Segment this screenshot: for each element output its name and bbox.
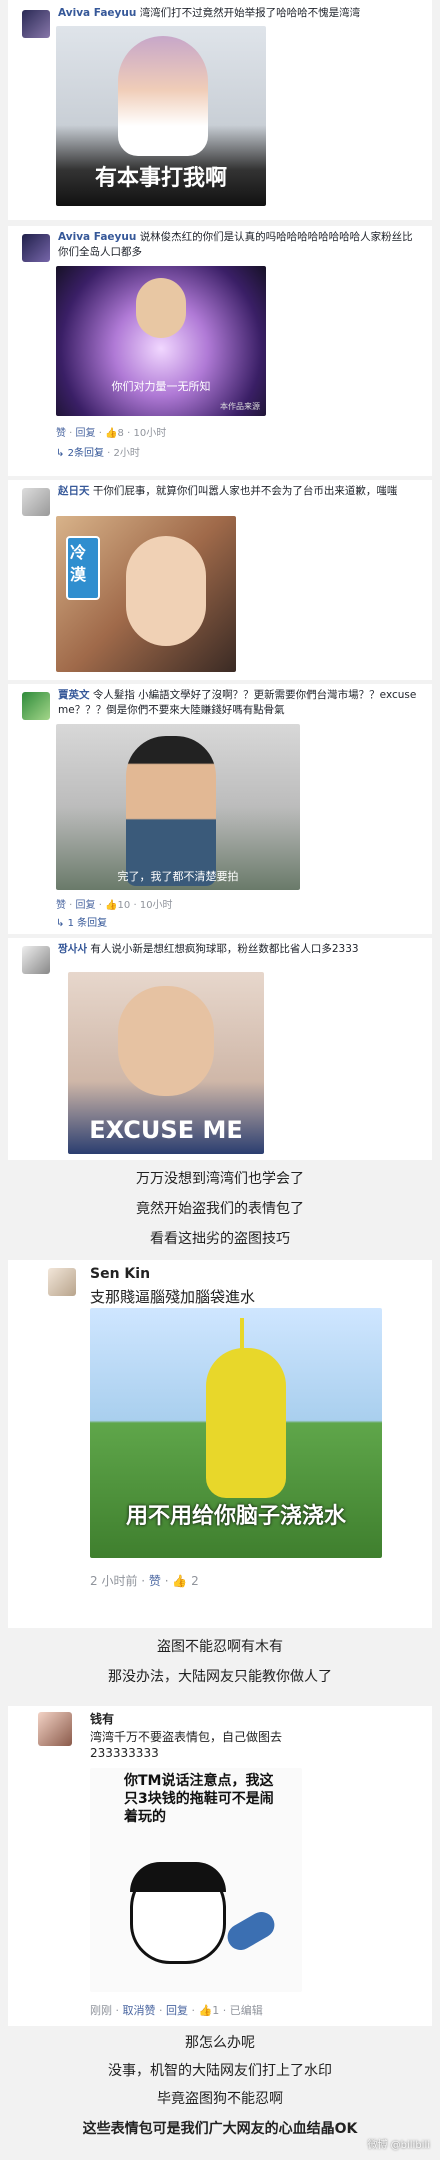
meme-image[interactable]: EXCUSE ME [68, 972, 264, 1154]
comment-actions: 刚刚 · 取消赞 · 回复 · 👍1 · 已编辑 [90, 2004, 263, 2017]
like-count: 2 [191, 1574, 199, 1588]
avatar[interactable] [48, 1268, 76, 1296]
image-caption: 你们对力量一无所知 [111, 380, 211, 393]
comment-number: 233333333 [90, 1746, 159, 1760]
image-source-label: 本作品来源 [220, 402, 260, 411]
reply-link[interactable]: 回复 [76, 428, 96, 439]
avatar[interactable] [22, 234, 50, 262]
thumbs-up-icon: 👍 [105, 428, 118, 439]
comment-time: 刚刚 [90, 2004, 112, 2017]
comment-actions: 赞 · 回复 · 👍10 · 10小时 [56, 900, 173, 911]
comment-card: Aviva Faeyuu 湾湾们打不过竟然开始举报了哈哈哈不愧是湾湾 有本事打我… [8, 0, 432, 220]
person-figure [126, 536, 206, 646]
comment-card: Sen Kin 支那賤逼腦殘加腦袋進水 用不用给你脑子浇浇水 2 小时前 · 赞… [8, 1260, 432, 1628]
avatar[interactable] [22, 946, 50, 974]
like-link[interactable]: 赞 [56, 428, 66, 439]
unlike-link[interactable]: 取消赞 [123, 2004, 156, 2017]
reply-link[interactable]: 回复 [166, 2004, 188, 2017]
cartoon-hair [130, 1862, 226, 1892]
comment-card: 賈英文 令人髮指 小編語文學好了沒啊？？更新需要你們台灣市場？？excuse m… [8, 684, 432, 934]
image-caption: 你TM说话注意点，我这只3块钱的拖鞋可不是闹着玩的 [124, 1773, 274, 1825]
comment-time: 2 小时前 [90, 1574, 138, 1588]
view-replies[interactable]: ↳ 1 条回复 [56, 914, 107, 929]
person-figure [118, 986, 214, 1096]
narration-line: 看看这拙劣的盗图技巧 [150, 1231, 290, 1247]
meme-image[interactable]: 用不用给你脑子浇浇水 [90, 1308, 382, 1558]
comment-time: 10小时 [133, 428, 167, 439]
commenter-name[interactable]: 赵日天 [58, 485, 90, 497]
comment-card: Aviva Faeyuu 说林俊杰红的你们是认真的吗哈哈哈哈哈哈哈哈人家粉丝比你… [8, 226, 432, 476]
person-figure [118, 36, 208, 156]
reply-link[interactable]: 回复 [76, 900, 96, 911]
comment-text: 有人说小新是想红想疯狗球耶，粉丝数都比省人口多2333 [90, 943, 359, 955]
comment-text: 湾湾们打不过竟然开始举报了哈哈哈不愧是湾湾 [139, 7, 361, 19]
narration-line: 万万没想到湾湾们也学会了 [136, 1171, 304, 1187]
commenter-name[interactable]: 钱有 [90, 1710, 114, 1727]
narration-line: 那怎么办呢 [185, 2035, 255, 2051]
reply-arrow-icon: ↳ [56, 918, 65, 929]
narration-block: 那怎么办呢 没事，机智的大陆网友们打上了水印 毕竟盗图狗不能忍啊 这些表情包可是… [0, 2030, 440, 2160]
like-link[interactable]: 赞 [56, 900, 66, 911]
replies-time: 2小时 [113, 448, 140, 459]
reply-arrow-icon: ↳ [56, 448, 65, 459]
comment-card: 赵日天 干你们屁事，就算你们叫嚣人家也并不会为了台币出来道歉，嗤嗤 冷漠 [8, 480, 432, 680]
avatar[interactable] [22, 692, 50, 720]
comment-time: 10小时 [139, 900, 173, 911]
narration-block: 盗图不能忍啊有木有 那没办法，大陆网友只能教你做人了 [0, 1632, 440, 1702]
comment-card: 钱有 湾湾千万不要盗表情包，自己做图去 233333333 你TM说话注意点，我… [8, 1706, 432, 2026]
narration-line: 盗图不能忍啊有木有 [157, 1639, 283, 1655]
meme-image[interactable]: 有本事打我啊 [56, 26, 266, 206]
watermark: 微博 @bilibili [367, 2140, 430, 2151]
avatar[interactable] [38, 1712, 72, 1746]
comment-actions: 赞 · 回复 · 👍8 · 10小时 [56, 428, 167, 439]
comment-text: 令人髮指 小編語文學好了沒啊？？更新需要你們台灣市場？？excuse me？？？… [58, 689, 417, 716]
narration-line: 竟然开始盗我们的表情包了 [136, 1201, 304, 1217]
meme-image[interactable]: 完了，我了都不清楚要拍 [56, 724, 300, 890]
image-caption: 完了，我了都不清楚要拍 [117, 870, 239, 883]
meme-image[interactable]: 你TM说话注意点，我这只3块钱的拖鞋可不是闹着玩的 [90, 1768, 302, 1992]
teletubby-figure [206, 1348, 286, 1498]
thumbs-up-icon: 👍 [172, 1574, 188, 1588]
image-caption: 用不用给你脑子浇浇水 [125, 1504, 346, 1529]
comment-actions: 2 小时前 · 赞 · 👍 2 [90, 1574, 199, 1588]
view-replies[interactable]: ↳ 2条回复 · 2小时 [56, 444, 140, 459]
image-caption: 冷漠 [70, 543, 87, 584]
comment-text: 干你们屁事，就算你们叫嚣人家也并不会为了台币出来道歉，嗤嗤 [92, 485, 398, 497]
person-figure [126, 736, 216, 886]
comment-card: 짱사사 有人说小新是想红想疯狗球耶，粉丝数都比省人口多2333 EXCUSE M… [8, 938, 432, 1160]
comment-text: 支那賤逼腦殘加腦袋進水 [90, 1288, 256, 1306]
thumbs-up-icon: 👍 [198, 2004, 213, 2017]
image-caption: 有本事打我啊 [94, 166, 227, 191]
commenter-name[interactable]: 賈英文 [58, 689, 90, 701]
narration-line: 没事，机智的大陆网友们打上了水印 [108, 2063, 332, 2079]
commenter-name[interactable]: Aviva Faeyuu [58, 231, 136, 243]
commenter-name[interactable]: Aviva Faeyuu [58, 7, 136, 19]
like-count: 8 [117, 428, 124, 439]
teletubby-antenna [240, 1318, 244, 1352]
commenter-name[interactable]: Sen Kin [90, 1266, 150, 1282]
avatar[interactable] [22, 10, 50, 38]
edited-label: 已编辑 [229, 2004, 263, 2017]
commenter-name[interactable]: 짱사사 [58, 943, 87, 955]
thumbs-up-icon: 👍 [105, 900, 118, 911]
comment-text: 湾湾千万不要盗表情包，自己做图去 [90, 1730, 283, 1744]
meme-image[interactable]: 你们对力量一无所知 本作品来源 [56, 266, 266, 416]
avatar[interactable] [22, 488, 50, 516]
narration-block: 万万没想到湾湾们也学会了 竟然开始盗我们的表情包了 看看这拙劣的盗图技巧 [0, 1164, 440, 1256]
meme-image[interactable]: 冷漠 [56, 516, 236, 672]
like-link[interactable]: 赞 [149, 1574, 161, 1588]
narration-line: 毕竟盗图狗不能忍啊 [157, 2091, 283, 2107]
person-figure [136, 278, 186, 338]
image-caption: EXCUSE ME [89, 1116, 243, 1144]
narration-line: 那没办法，大陆网友只能教你做人了 [108, 1669, 332, 1685]
like-count: 10 [117, 900, 131, 911]
like-count: 1 [212, 2004, 220, 2017]
slipper-icon [222, 1907, 280, 1955]
